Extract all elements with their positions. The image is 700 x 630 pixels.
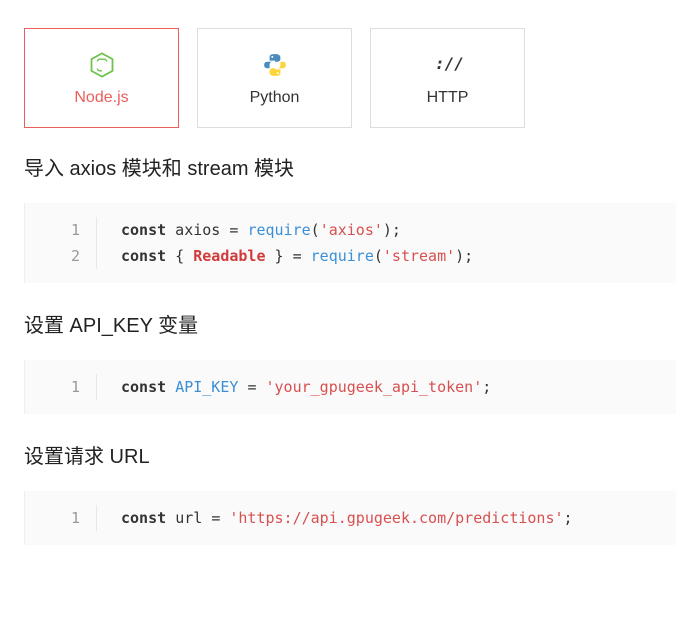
section-title: 设置请求 URL (24, 440, 676, 469)
section-title: 导入 axios 模块和 stream 模块 (24, 152, 676, 181)
tab-python[interactable]: Python (197, 28, 352, 128)
code-content: const url = 'https://api.gpugeek.com/pre… (97, 505, 573, 531)
code-block: 1 const url = 'https://api.gpugeek.com/p… (24, 491, 676, 545)
http-icon: :// (433, 49, 463, 81)
svg-text:://: :// (435, 54, 463, 73)
tab-label: Python (250, 89, 300, 107)
language-tabs: Node.js Python :// HTTP (24, 28, 676, 128)
tab-label: HTTP (427, 89, 469, 107)
python-icon (262, 49, 288, 81)
tab-nodejs[interactable]: Node.js (24, 28, 179, 128)
section-import: 导入 axios 模块和 stream 模块 12 const axios = … (24, 152, 676, 283)
code-content: const API_KEY = 'your_gpugeek_api_token'… (97, 374, 491, 400)
code-block: 12 const axios = require('axios');const … (24, 203, 676, 283)
tab-http[interactable]: :// HTTP (370, 28, 525, 128)
line-numbers: 1 (25, 505, 97, 531)
section-apikey: 设置 API_KEY 变量 1 const API_KEY = 'your_gp… (24, 309, 676, 414)
tab-label: Node.js (74, 89, 128, 107)
code-content: const axios = require('axios');const { R… (97, 217, 473, 269)
line-numbers: 1 (25, 374, 97, 400)
line-numbers: 12 (25, 217, 97, 269)
section-url: 设置请求 URL 1 const url = 'https://api.gpug… (24, 440, 676, 545)
section-title: 设置 API_KEY 变量 (24, 309, 676, 338)
code-block: 1 const API_KEY = 'your_gpugeek_api_toke… (24, 360, 676, 414)
nodejs-icon (88, 49, 116, 81)
